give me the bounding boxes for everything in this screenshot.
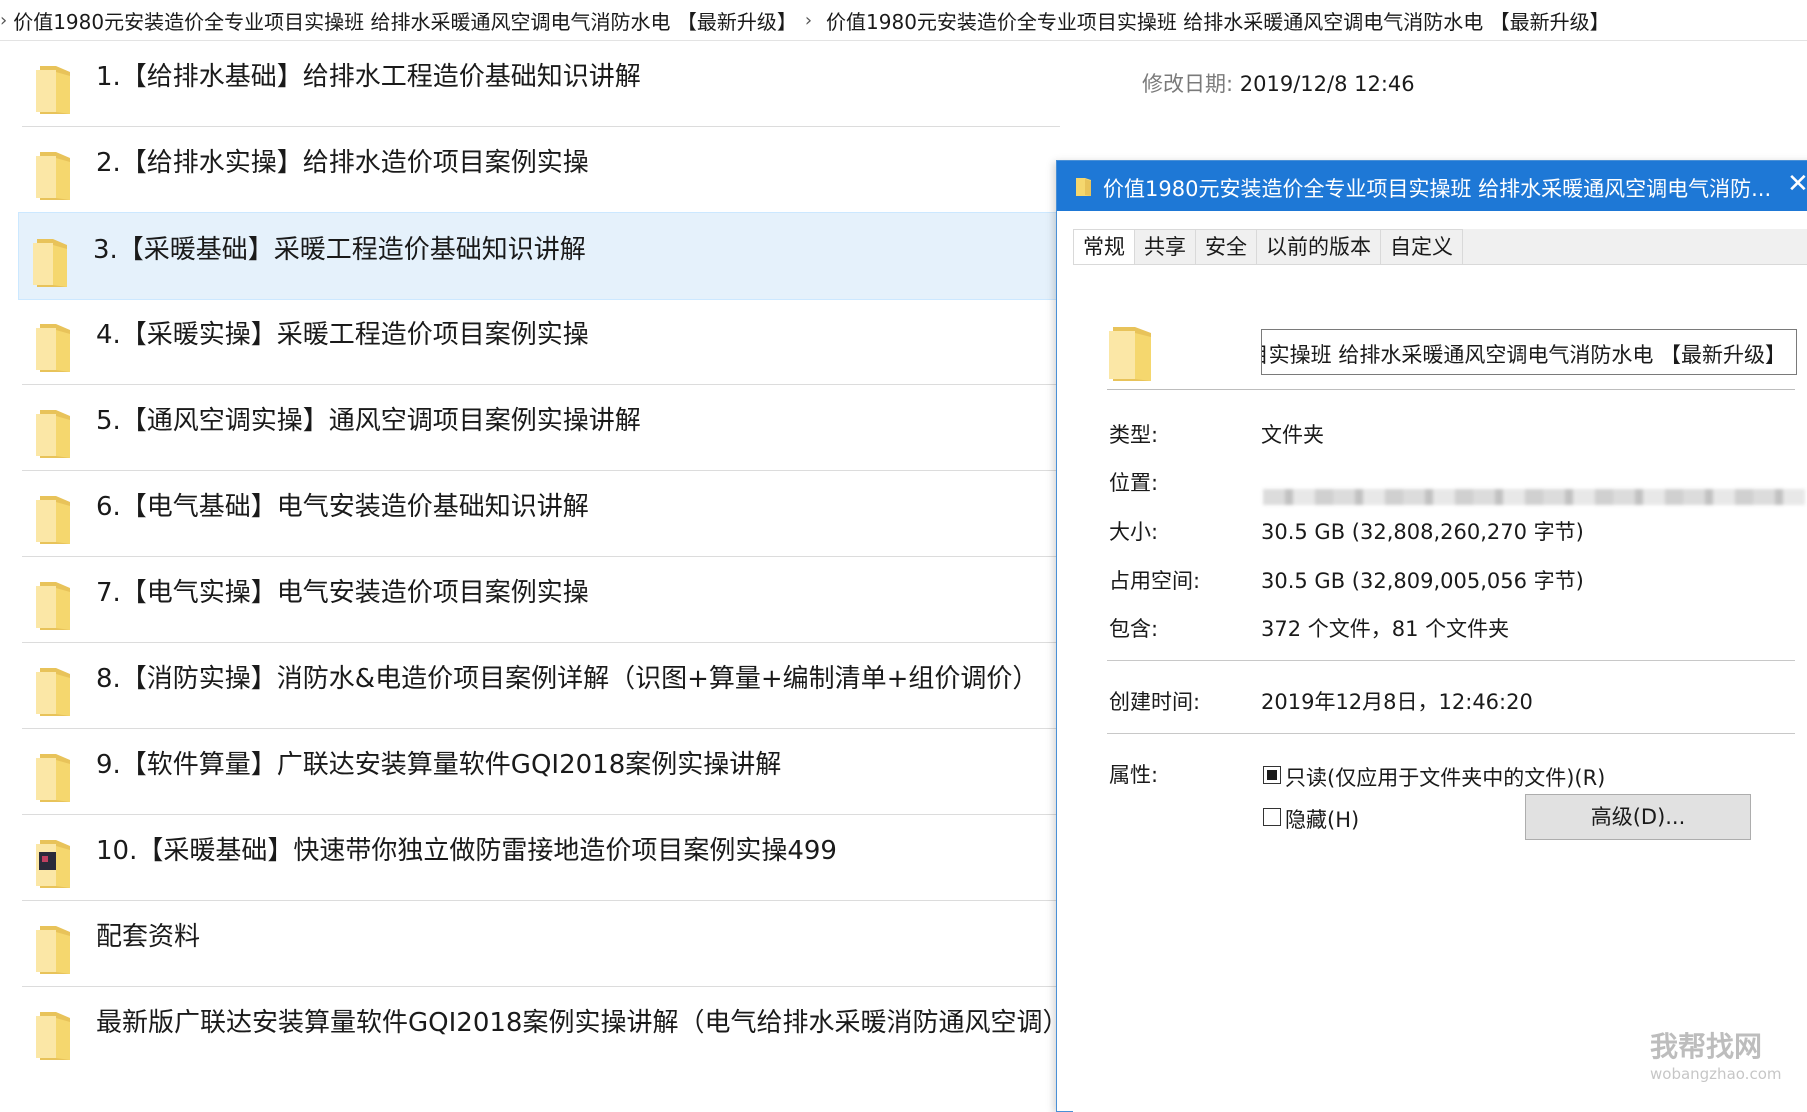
watermark-url: wobangzhao.com [1650, 1065, 1782, 1083]
file-name: 配套资料 [96, 922, 201, 952]
tab-customize[interactable]: 自定义 [1380, 229, 1463, 264]
tab-general[interactable]: 常规 [1073, 229, 1135, 266]
location-label: 位置: [1109, 471, 1159, 495]
folder-icon [36, 66, 70, 114]
created-value: 2019年12月8日，12:46:20 [1261, 690, 1533, 714]
folder-icon [36, 668, 70, 716]
list-item[interactable]: 最新版广联达安装算量软件GQI2018案例实操讲解（电气给排水采暖消防通风空调） [22, 986, 1068, 1072]
size-label: 大小: [1109, 520, 1159, 544]
list-item[interactable]: 10.【采暖基础】快速带你独立做防雷接地造价项目案例实操499 [22, 814, 1060, 901]
folder-icon [33, 239, 67, 287]
breadcrumb-separator-icon[interactable]: › [805, 10, 812, 31]
readonly-label[interactable]: 只读(仅应用于文件夹中的文件)(R) [1285, 762, 1605, 792]
folder-icon [36, 926, 70, 974]
list-item[interactable]: 4.【采暖实操】采暖工程造价项目案例实操 [22, 298, 1060, 385]
divider [1107, 660, 1795, 661]
file-name: 10.【采暖基础】快速带你独立做防雷接地造价项目案例实操499 [96, 836, 837, 866]
breadcrumb-lead-chevron-icon[interactable]: › [0, 10, 7, 31]
file-name: 4.【采暖实操】采暖工程造价项目案例实操 [96, 320, 589, 350]
watermark-title: 我帮找网 [1650, 1030, 1763, 1063]
list-item[interactable]: 1.【给排水基础】给排水工程造价基础知识讲解 修改日期: 2019/12/8 1… [22, 40, 1415, 127]
dialog-title: 价值1980元安装造价全专业项目实操班 给排水采暖通风空调电气消防... [1103, 177, 1772, 201]
advanced-button[interactable]: 高级(D)... [1525, 794, 1751, 840]
watermark-logo: 我帮找网 wobangzhao.com [1650, 1025, 1781, 1083]
breadcrumb-item[interactable]: 价值1980元安装造价全专业项目实操班 给排水采暖通风空调电气消防水电 【最新升… [826, 6, 1610, 35]
dialog-body: 常规 共享 安全 以前的版本 自定义 目实操班 给排水采暖通风空调电气消防水电 … [1073, 229, 1807, 1112]
close-icon[interactable]: ✕ [1787, 169, 1807, 199]
folder-name-value: 目实操班 给排水采暖通风空调电气消防水电 【最新升级】 [1261, 343, 1786, 367]
folder-icon [1076, 178, 1091, 196]
list-item[interactable]: 8.【消防实操】消防水&电造价项目案例详解（识图+算量+编制清单+组价调价） [22, 642, 1060, 729]
list-item-selected[interactable]: 3.【采暖基础】采暖工程造价基础知识讲解 [18, 212, 1062, 300]
folder-name-input[interactable]: 目实操班 给排水采暖通风空调电气消防水电 【最新升级】 [1261, 329, 1797, 375]
hidden-label[interactable]: 隐藏(H) [1285, 804, 1359, 834]
list-item[interactable]: 9.【软件算量】广联达安装算量软件GQI2018案例实操讲解 [22, 728, 1060, 815]
modified-date: 修改日期: 2019/12/8 12:46 [1142, 68, 1415, 98]
file-name: 8.【消防实操】消防水&电造价项目案例详解（识图+算量+编制清单+组价调价） [96, 664, 1039, 694]
file-name: 2.【给排水实操】给排水造价项目案例实操 [96, 148, 589, 178]
file-name: 1.【给排水基础】给排水工程造价基础知识讲解 [96, 62, 641, 92]
divider [1107, 389, 1795, 390]
modified-date-label: 修改日期: [1142, 72, 1234, 96]
type-label: 类型: [1109, 423, 1159, 447]
contains-value: 372 个文件，81 个文件夹 [1261, 617, 1510, 641]
modified-date-value: 2019/12/8 12:46 [1239, 72, 1415, 96]
location-value-blurred [1263, 489, 1805, 505]
list-item[interactable]: 2.【给排水实操】给排水造价项目案例实操 [22, 126, 1060, 213]
folder-with-image-icon [36, 840, 70, 888]
properties-dialog: 价值1980元安装造价全专业项目实操班 给排水采暖通风空调电气消防... ✕ 常… [1056, 160, 1807, 1112]
size-on-disk-value: 30.5 GB (32,809,005,056 字节) [1261, 569, 1584, 593]
hidden-checkbox[interactable] [1263, 808, 1281, 826]
file-name: 3.【采暖基础】采暖工程造价基础知识讲解 [93, 235, 586, 265]
tab-sharing[interactable]: 共享 [1134, 229, 1196, 264]
folder-icon [36, 410, 70, 458]
file-list: 1.【给排水基础】给排水工程造价基础知识讲解 修改日期: 2019/12/8 1… [0, 40, 1415, 1095]
file-name: 6.【电气基础】电气安装造价基础知识讲解 [96, 492, 589, 522]
list-item[interactable]: 配套资料 [22, 900, 1060, 987]
file-name: 最新版广联达安装算量软件GQI2018案例实操讲解（电气给排水采暖消防通风空调） [96, 1008, 1069, 1038]
list-item[interactable]: 5.【通风空调实操】通风空调项目案例实操讲解 [22, 384, 1060, 471]
contains-label: 包含: [1109, 617, 1159, 641]
type-value: 文件夹 [1261, 423, 1324, 447]
list-item[interactable]: 6.【电气基础】电气安装造价基础知识讲解 [22, 470, 1060, 557]
file-name: 7.【电气实操】电气安装造价项目案例实操 [96, 578, 589, 608]
tab-strip: 常规 共享 安全 以前的版本 自定义 [1073, 229, 1463, 266]
large-folder-icon [1109, 327, 1151, 381]
breadcrumb-item[interactable]: 价值1980元安装造价全专业项目实操班 给排水采暖通风空调电气消防水电 【最新升… [13, 6, 797, 35]
created-label: 创建时间: [1109, 690, 1201, 714]
folder-icon [36, 152, 70, 200]
size-on-disk-label: 占用空间: [1109, 569, 1201, 593]
folder-icon [36, 324, 70, 372]
folder-icon [36, 582, 70, 630]
size-value: 30.5 GB (32,808,260,270 字节) [1261, 520, 1584, 544]
folder-icon [36, 1012, 70, 1060]
file-name: 5.【通风空调实操】通风空调项目案例实操讲解 [96, 406, 641, 436]
dialog-titlebar[interactable]: 价值1980元安装造价全专业项目实操班 给排水采暖通风空调电气消防... ✕ [1057, 161, 1807, 211]
readonly-checkbox[interactable] [1263, 766, 1281, 784]
file-name: 9.【软件算量】广联达安装算量软件GQI2018案例实操讲解 [96, 750, 782, 780]
breadcrumb: › 价值1980元安装造价全专业项目实操班 给排水采暖通风空调电气消防水电 【最… [0, 0, 1807, 41]
folder-icon [36, 496, 70, 544]
tab-security[interactable]: 安全 [1195, 229, 1257, 264]
divider [1107, 733, 1795, 734]
attributes-label: 属性: [1109, 763, 1159, 787]
list-item[interactable]: 7.【电气实操】电气安装造价项目案例实操 [22, 556, 1060, 643]
tab-content-general: 目实操班 给排水采暖通风空调电气消防水电 【最新升级】 类型: 文件夹 位置: … [1073, 264, 1807, 1112]
tab-previous-versions[interactable]: 以前的版本 [1256, 229, 1381, 264]
folder-icon [36, 754, 70, 802]
